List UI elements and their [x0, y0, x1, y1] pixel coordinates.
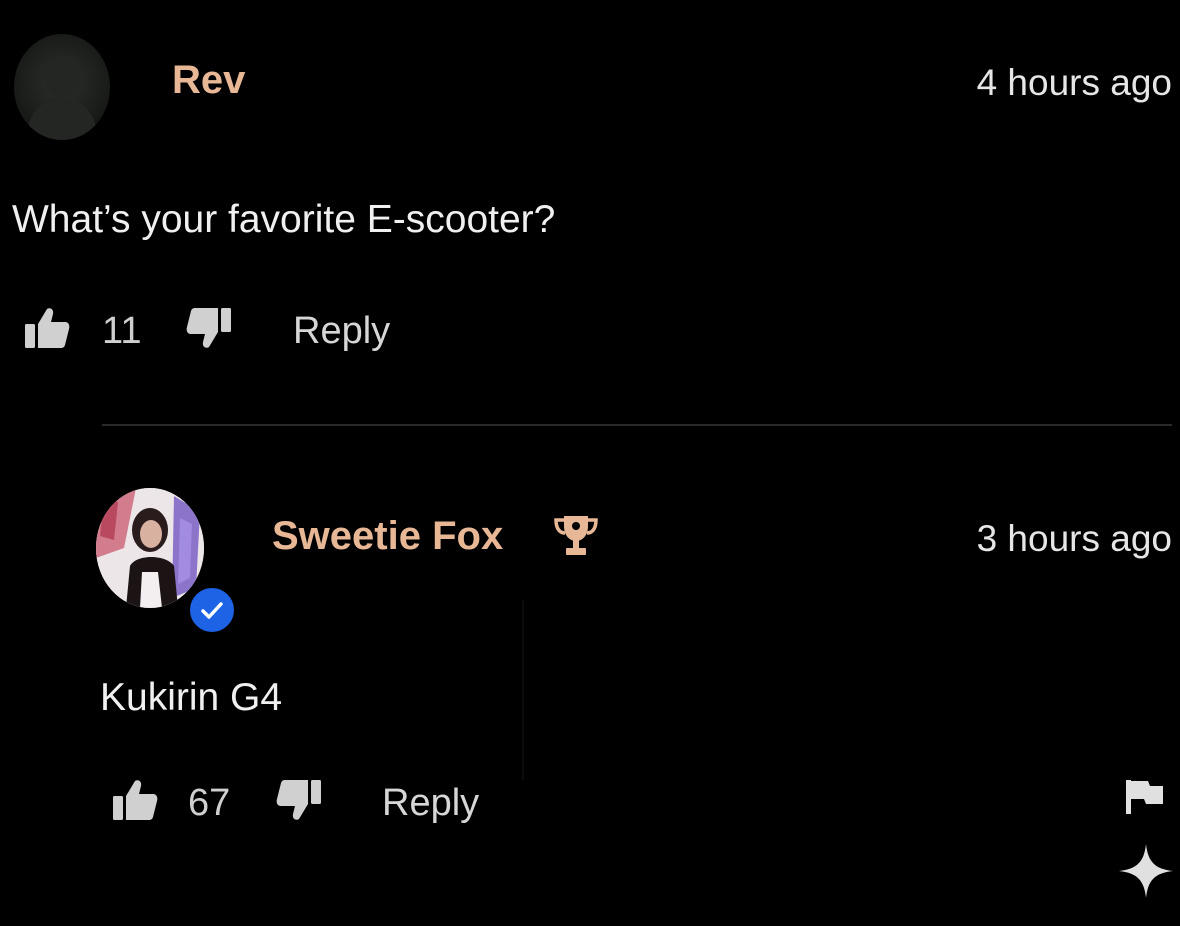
- trophy-icon: [553, 512, 599, 558]
- avatar-silhouette-head: [44, 56, 80, 98]
- comment-text: Kukirin G4: [100, 676, 283, 719]
- avatar-silhouette-body: [28, 98, 96, 140]
- thumbs-down-icon[interactable]: [276, 778, 322, 822]
- divider: [102, 424, 1172, 426]
- comment-author[interactable]: Rev: [172, 58, 245, 103]
- comment-author[interactable]: Sweetie Fox: [272, 514, 503, 559]
- verified-badge-icon: [188, 586, 236, 634]
- reply-button[interactable]: Reply: [382, 782, 479, 825]
- comment-timestamp: 4 hours ago: [976, 62, 1172, 103]
- like-count: 67: [188, 782, 231, 824]
- thumbs-down-icon[interactable]: [186, 306, 232, 350]
- flag-icon[interactable]: [1124, 776, 1166, 816]
- like-count: 11: [102, 310, 142, 352]
- avatar[interactable]: [96, 488, 204, 608]
- comment-timestamp: 3 hours ago: [976, 518, 1172, 559]
- sparkle-icon[interactable]: [1117, 842, 1175, 900]
- comment-text: What’s your favorite E-scooter?: [12, 198, 556, 241]
- thumbs-up-icon[interactable]: [112, 778, 158, 822]
- avatar[interactable]: [14, 34, 110, 140]
- thread-line: [522, 600, 524, 780]
- thumbs-up-icon[interactable]: [24, 306, 70, 350]
- reply-button[interactable]: Reply: [293, 310, 390, 353]
